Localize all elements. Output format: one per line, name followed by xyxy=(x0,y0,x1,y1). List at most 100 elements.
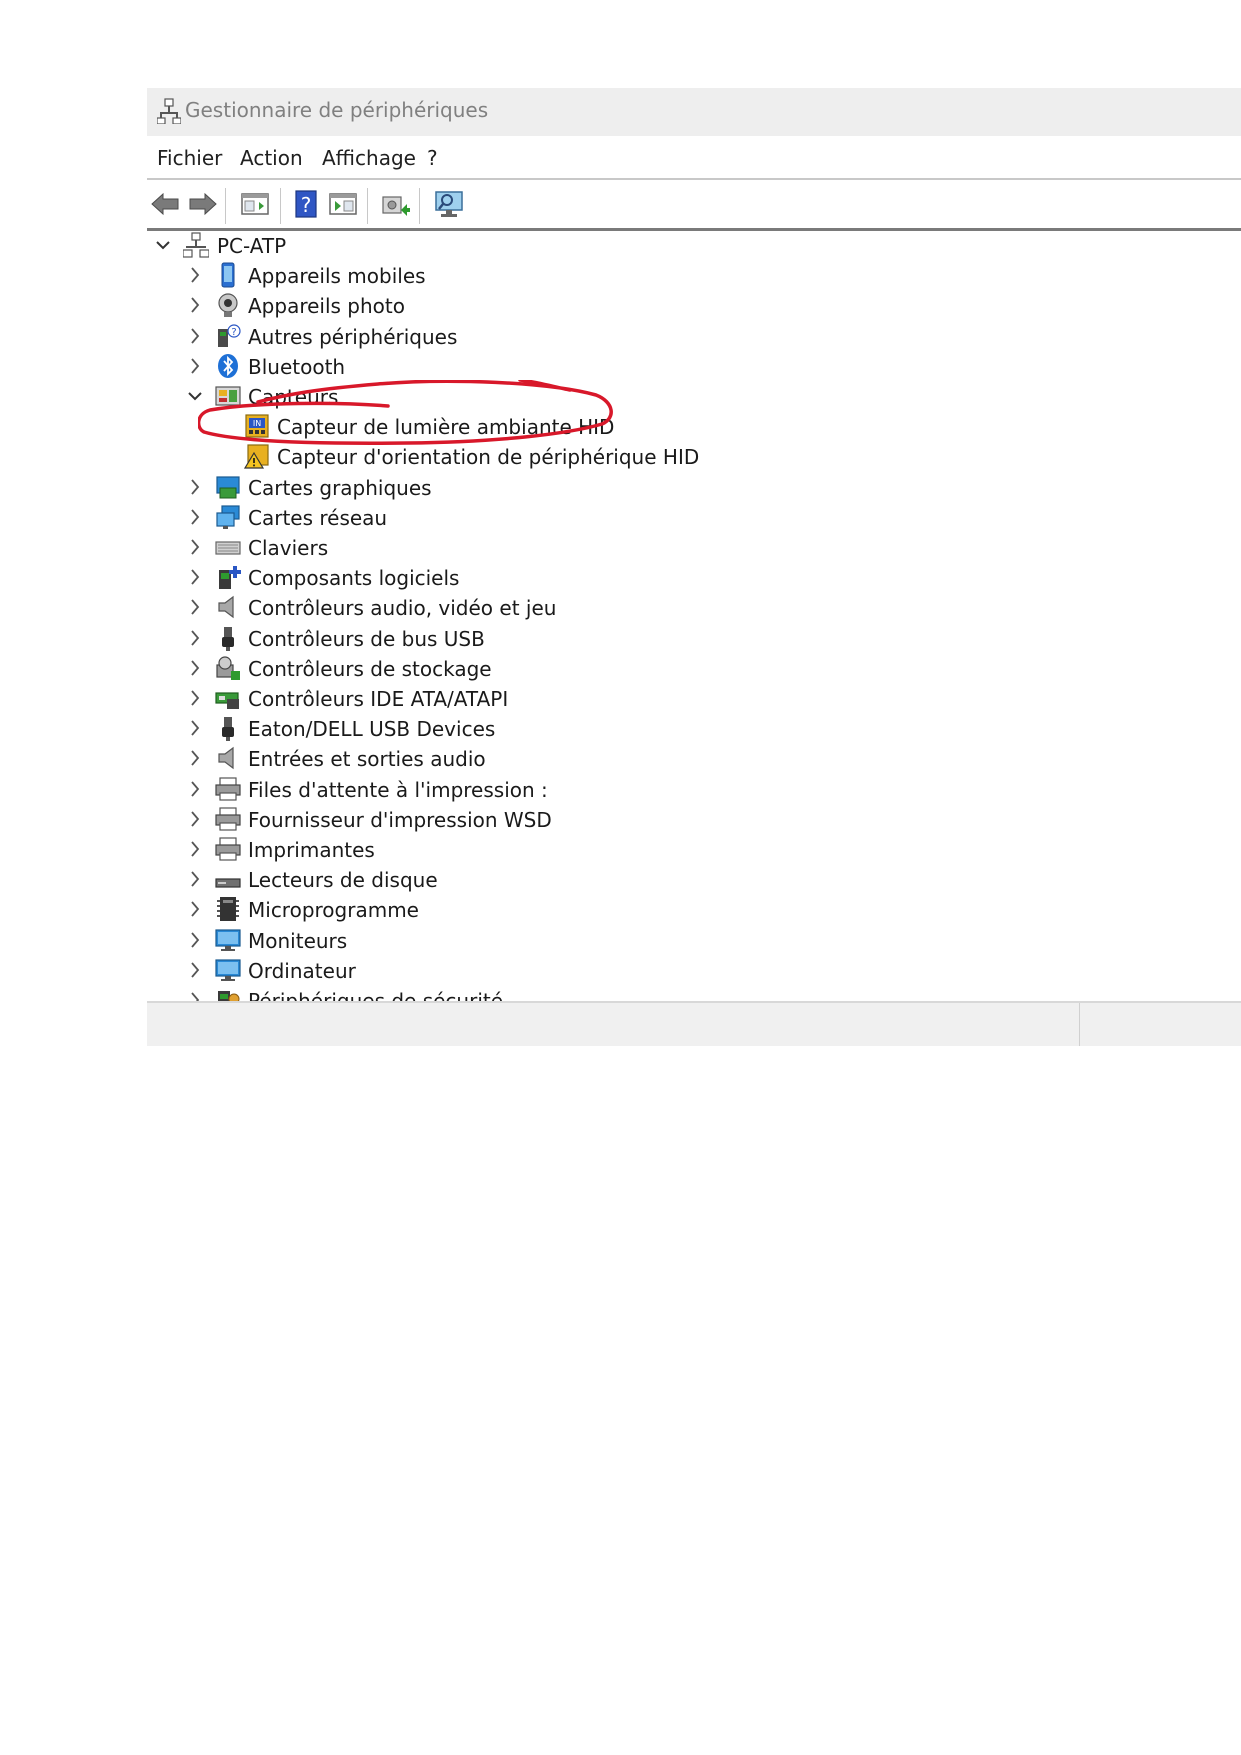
tree-category-item[interactable]: Contrôleurs de stockage xyxy=(147,654,1241,684)
toolbar-separator xyxy=(225,188,226,224)
chevron-right-icon[interactable] xyxy=(185,657,205,679)
chevron-right-icon[interactable] xyxy=(185,325,205,347)
usb-icon xyxy=(222,626,234,651)
printer-icon xyxy=(215,776,241,801)
status-bar xyxy=(147,1001,1241,1046)
tree-item-label: Bluetooth xyxy=(248,354,346,379)
tree-category-item[interactable]: Contrôleurs de bus USB xyxy=(147,624,1241,654)
network-adapter-icon xyxy=(216,505,240,529)
toolbar-separator xyxy=(280,188,281,224)
chevron-right-icon[interactable] xyxy=(185,294,205,316)
chevron-down-icon[interactable] xyxy=(185,385,205,407)
tree-category-item[interactable]: Eaton/DELL USB Devices xyxy=(147,714,1241,744)
software-component-icon xyxy=(219,566,241,590)
chevron-right-icon[interactable] xyxy=(185,627,205,649)
tree-category-item[interactable]: ? Autres périphériques xyxy=(147,322,1241,352)
firmware-icon xyxy=(217,897,239,922)
tree-category-item[interactable]: Fournisseur d'impression WSD xyxy=(147,805,1241,835)
tree-category-item[interactable]: Files d'attente à l'impression : xyxy=(147,775,1241,805)
tree-category-item[interactable]: Microprogramme xyxy=(147,895,1241,925)
tree-category-item[interactable]: Entrées et sorties audio xyxy=(147,744,1241,774)
menu-help[interactable]: ? xyxy=(427,146,438,170)
chevron-right-icon[interactable] xyxy=(185,536,205,558)
tree-item-label: Cartes réseau xyxy=(248,505,388,530)
tree-category-item[interactable]: Ordinateur xyxy=(147,956,1241,986)
update-driver-icon[interactable] xyxy=(379,188,411,220)
tree-item-label: Fournisseur d'impression WSD xyxy=(248,807,552,832)
device-manager-icon xyxy=(157,98,181,124)
chevron-right-icon[interactable] xyxy=(185,778,205,800)
tree-item-label: Appareils mobiles xyxy=(248,264,426,289)
chevron-right-icon[interactable] xyxy=(185,868,205,890)
display-adapter-icon xyxy=(216,475,240,499)
tree-category-item[interactable]: Composants logiciels xyxy=(147,563,1241,593)
tree-category-item[interactable]: Cartes graphiques xyxy=(147,473,1241,503)
menu-fichier[interactable]: Fichier xyxy=(157,146,222,170)
tree-category-item[interactable]: Lecteurs de disque xyxy=(147,865,1241,895)
tree-category-item[interactable]: Contrôleurs IDE ATA/ATAPI xyxy=(147,684,1241,714)
window-title: Gestionnaire de périphériques xyxy=(185,98,489,122)
storage-controller-icon xyxy=(216,656,240,680)
chevron-right-icon[interactable] xyxy=(185,355,205,377)
monitor-icon xyxy=(215,928,241,951)
tree-category-item[interactable]: Capteurs xyxy=(147,382,1241,412)
tree-item-label: Entrées et sorties audio xyxy=(248,747,486,772)
chevron-down-icon[interactable] xyxy=(153,234,173,256)
computer-root-icon xyxy=(183,232,209,258)
tree-child-item[interactable]: Capteur d'orientation de périphérique HI… xyxy=(147,442,1241,472)
tree-item-label: Contrôleurs audio, vidéo et jeu xyxy=(248,596,557,621)
warning-sensor-icon xyxy=(244,444,269,469)
chevron-right-icon[interactable] xyxy=(185,717,205,739)
tree-category-item[interactable]: Périphériques de sécurité xyxy=(147,986,1241,1001)
tree-item-label: Composants logiciels xyxy=(248,566,460,591)
tree-item-label: Microprogramme xyxy=(248,898,419,923)
chevron-right-icon[interactable] xyxy=(185,596,205,618)
chevron-right-icon[interactable] xyxy=(185,506,205,528)
tree-item-label: Autres périphériques xyxy=(248,324,458,349)
forward-arrow-icon[interactable] xyxy=(187,188,219,220)
tree-category-item[interactable]: Contrôleurs audio, vidéo et jeu xyxy=(147,593,1241,623)
disk-drive-icon xyxy=(215,878,241,888)
ide-controller-icon xyxy=(215,692,239,709)
tree-category-item[interactable]: Appareils mobiles xyxy=(147,261,1241,291)
chevron-right-icon[interactable] xyxy=(185,747,205,769)
back-arrow-icon[interactable] xyxy=(149,188,181,220)
chevron-right-icon[interactable] xyxy=(185,989,205,1001)
tree-item-label: Capteurs xyxy=(248,385,339,409)
tree-root[interactable]: PC-ATP xyxy=(147,231,1241,261)
tree-item-label: Claviers xyxy=(248,536,329,560)
tree-category-item[interactable]: Claviers xyxy=(147,533,1241,563)
speaker-icon xyxy=(218,747,234,770)
menu-action[interactable]: Action xyxy=(240,146,303,170)
tree-category-item[interactable]: Bluetooth xyxy=(147,352,1241,382)
menu-affichage[interactable]: Affichage xyxy=(322,146,416,170)
chevron-right-icon[interactable] xyxy=(185,808,205,830)
show-hidden-pane-icon[interactable] xyxy=(327,188,359,220)
chevron-right-icon[interactable] xyxy=(185,566,205,588)
printer-icon xyxy=(215,807,241,831)
chevron-right-icon[interactable] xyxy=(185,476,205,498)
tree-item-label: Contrôleurs IDE ATA/ATAPI xyxy=(248,687,509,711)
properties-pane-icon[interactable] xyxy=(239,188,271,220)
chevron-right-icon[interactable] xyxy=(185,264,205,286)
tree-category-item[interactable]: Moniteurs xyxy=(147,926,1241,956)
light-sensor-icon: IN xyxy=(245,414,269,438)
tree-child-item[interactable]: IN Capteur de lumière ambiante HID xyxy=(147,412,1241,442)
chevron-right-icon[interactable] xyxy=(185,898,205,920)
keyboard-icon xyxy=(215,541,241,555)
chevron-right-icon[interactable] xyxy=(185,929,205,951)
chevron-right-icon[interactable] xyxy=(185,687,205,709)
speaker-icon xyxy=(218,596,234,619)
scan-hardware-icon[interactable] xyxy=(433,188,465,220)
toolbar: ? xyxy=(147,180,1241,231)
help-icon[interactable]: ? xyxy=(290,188,322,220)
tree-root-label: PC-ATP xyxy=(217,234,287,258)
chevron-right-icon[interactable] xyxy=(185,838,205,860)
usb-icon xyxy=(222,717,234,742)
sensor-icon xyxy=(215,386,241,406)
chevron-right-icon[interactable] xyxy=(185,959,205,981)
tree-category-item[interactable]: Appareils photo xyxy=(147,291,1241,321)
tree-item-label: Cartes graphiques xyxy=(248,475,432,500)
tree-category-item[interactable]: Cartes réseau xyxy=(147,503,1241,533)
tree-category-item[interactable]: Imprimantes xyxy=(147,835,1241,865)
